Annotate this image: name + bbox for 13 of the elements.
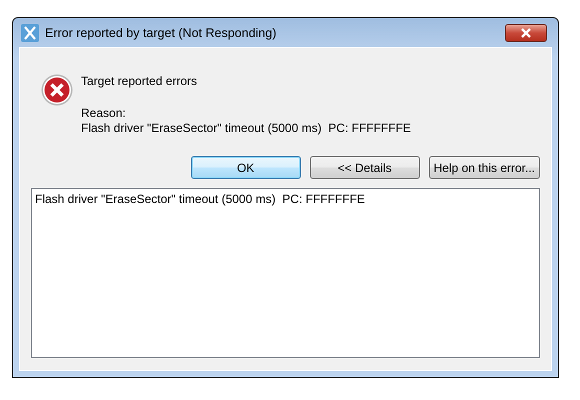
help-button[interactable]: Help on this error...	[428, 156, 540, 179]
message-heading: Target reported errors	[81, 74, 198, 89]
details-box[interactable]: Flash driver "EraseSector" timeout (5000 ms) PC: FFFFFFFE	[31, 188, 540, 358]
details-text: Flash driver "EraseSector" timeout (5000 ms) PC: FFFFFFFE	[35, 192, 365, 206]
app-icon	[21, 24, 39, 42]
ok-button[interactable]: OK	[190, 156, 301, 179]
reason-text: Flash driver "EraseSector" timeout (5000 ms) PC: FFFFFFFE	[81, 121, 411, 136]
close-icon	[520, 28, 532, 38]
error-icon	[41, 74, 73, 106]
window-title: Error reported by target (Not Responding)	[45, 26, 278, 40]
details-button[interactable]: << Details	[310, 156, 420, 179]
reason-label: Reason:	[81, 106, 127, 121]
close-button[interactable]	[505, 24, 547, 42]
